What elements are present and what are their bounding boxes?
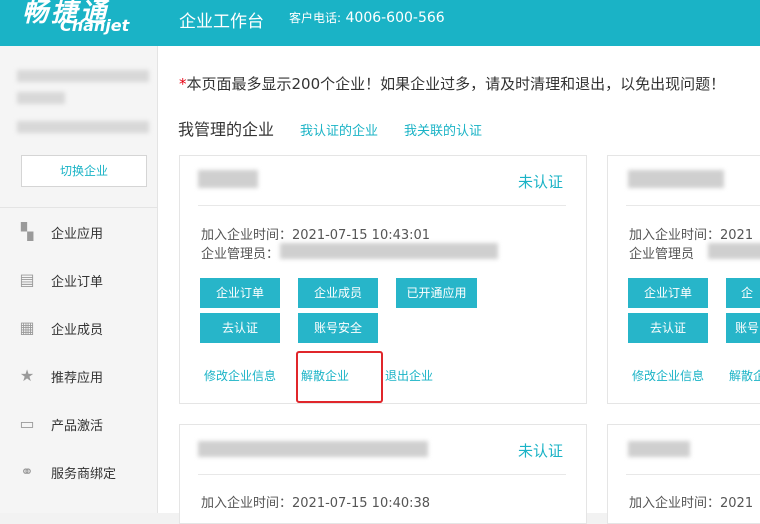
star-icon: ★ (19, 366, 35, 385)
enterprise-orders-button[interactable]: 企业订单 (200, 278, 280, 308)
enterprise-members-button[interactable]: 企 (726, 278, 760, 308)
company-tabs: 我管理的企业 我认证的企业 我关联的认证 (178, 116, 508, 140)
app-title: 企业工作台 (179, 12, 264, 32)
sidebar-item-recommended-apps[interactable]: ★ 推荐应用 (0, 352, 158, 400)
sidebar-item-enterprise-apps[interactable]: ▚ 企业应用 (0, 208, 158, 256)
notice-message: *本页面最多显示200个企业！如果企业过多，请及时清理和退出，以免出现问题！ (179, 73, 725, 94)
status-badge: 未认证 (518, 442, 564, 460)
sidebar-item-label: 产品激活 (51, 418, 104, 434)
switch-company-button[interactable]: 切换企业 (21, 155, 147, 187)
company-name-blurred (628, 170, 724, 188)
notice-star: * (179, 75, 187, 93)
highlight-box (296, 351, 383, 403)
sidebar-item-label: 企业成员 (51, 322, 104, 338)
link-icon: ⚭ (20, 462, 34, 481)
sidebar-item-enterprise-members[interactable]: ▦ 企业成员 (0, 304, 158, 352)
company-name-blurred (198, 170, 258, 188)
clipboard-icon: ▤ (19, 270, 35, 289)
join-time: 加入企业时间：2021 (629, 228, 754, 243)
sidebar-item-product-activation[interactable]: ▭ 产品激活 (0, 400, 158, 448)
sidebar: 切换企业 ▚ 企业应用 ▤ 企业订单 ▦ 企业成员 ★ 推荐应用 ▭ 产品激活 … (0, 46, 158, 513)
certify-button[interactable]: 去认证 (628, 313, 708, 343)
tab-certified-companies[interactable]: 我认证的企业 (300, 120, 378, 139)
company-name-blurred (17, 92, 65, 104)
sidebar-item-label: 企业订单 (51, 274, 104, 290)
card-divider (198, 205, 566, 206)
card-divider (626, 205, 760, 206)
tab-managed-companies[interactable]: 我管理的企业 (178, 116, 274, 140)
notice-text: 本页面最多显示200个企业！如果企业过多，请及时清理和退出，以免出现问题！ (186, 75, 726, 93)
top-header: 畅捷通 Chanjet 企业工作台 客户电话: 4006-600-566 (0, 0, 760, 46)
edit-company-info-link[interactable]: 修改企业信息 (632, 367, 704, 384)
sidebar-item-label: 推荐应用 (51, 370, 104, 386)
certify-button[interactable]: 去认证 (200, 313, 280, 343)
company-card: 加入企业时间：2021 (607, 424, 760, 524)
join-time: 加入企业时间：2021-07-15 10:43:01 (201, 228, 431, 243)
user-info-blurred (17, 121, 149, 133)
enabled-apps-button[interactable]: 已开通应用 (396, 278, 477, 308)
company-card: 未认证 加入企业时间：2021-07-15 10:40:38 (179, 424, 587, 524)
company-name-blurred (17, 70, 149, 82)
status-badge: 未认证 (518, 173, 564, 191)
sidebar-item-label: 服务商绑定 (51, 466, 117, 482)
card-divider (626, 474, 760, 475)
exit-company-link[interactable]: 退出企业 (385, 367, 433, 384)
admin-name-blurred (708, 243, 760, 259)
apps-grid-icon: ▚ (20, 222, 34, 241)
admin-label: 企业管理员： (201, 247, 280, 262)
sidebar-item-enterprise-orders[interactable]: ▤ 企业订单 (0, 256, 158, 304)
hotline-label: 客户电话: (289, 11, 342, 25)
company-name-blurred (198, 441, 428, 457)
admin-label: 企业管理员 (629, 247, 695, 262)
company-card: 未认证 加入企业时间：2021-07-15 10:43:01 企业管理员： 企业… (179, 155, 587, 404)
account-security-button[interactable]: 账号 (726, 313, 760, 343)
admin-name-blurred (280, 243, 498, 259)
tab-related-certifications[interactable]: 我关联的认证 (404, 120, 482, 139)
building-icon: ▦ (19, 318, 35, 337)
card-divider (198, 474, 566, 475)
hotline: 客户电话: 4006-600-566 (289, 9, 445, 26)
hotline-number: 4006-600-566 (345, 10, 445, 26)
company-name-blurred (628, 441, 690, 457)
join-time: 加入企业时间：2021-07-15 10:40:38 (201, 496, 431, 511)
ticket-icon: ▭ (19, 414, 35, 433)
logo-english: Chanjet (60, 16, 130, 35)
join-time: 加入企业时间：2021 (629, 496, 754, 511)
enterprise-orders-button[interactable]: 企业订单 (628, 278, 708, 308)
enterprise-members-button[interactable]: 企业成员 (298, 278, 378, 308)
sidebar-item-label: 企业应用 (51, 226, 104, 242)
sidebar-item-provider-binding[interactable]: ⚭ 服务商绑定 (0, 448, 158, 496)
dissolve-company-link[interactable]: 解散企 (729, 367, 760, 384)
company-card: 加入企业时间：2021 企业管理员 企业订单 企 去认证 账号 修改企业信息 解… (607, 155, 760, 404)
edit-company-info-link[interactable]: 修改企业信息 (204, 367, 276, 384)
account-security-button[interactable]: 账号安全 (298, 313, 378, 343)
